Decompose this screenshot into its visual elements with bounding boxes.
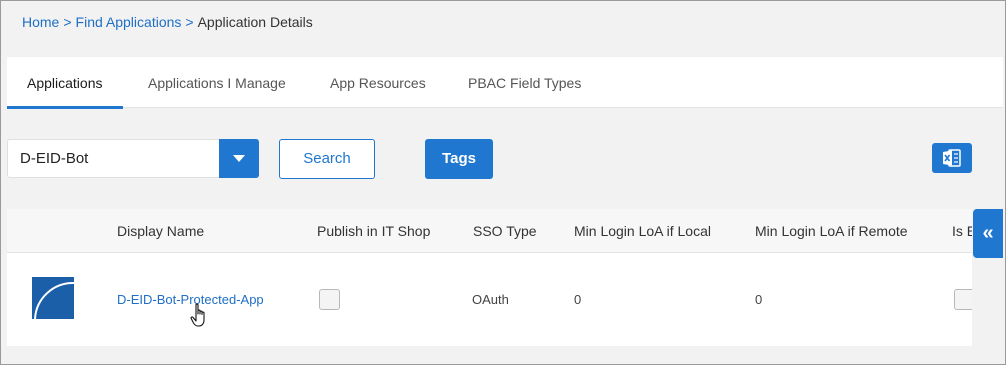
column-header-is-e[interactable]: Is E <box>952 209 972 253</box>
tab-app-resources[interactable]: App Resources <box>310 57 446 108</box>
sso-type-cell: OAuth <box>472 292 509 307</box>
column-header-publish-in-it-shop[interactable]: Publish in IT Shop <box>317 209 430 253</box>
table-row[interactable]: D-EID-Bot-Protected-App OAuth 0 0 <box>7 253 972 346</box>
application-select[interactable]: D-EID-Bot <box>7 138 259 178</box>
tab-applications[interactable]: Applications <box>7 57 123 109</box>
column-header-sso-type[interactable]: SSO Type <box>473 209 537 253</box>
chevron-down-icon <box>233 154 245 162</box>
breadcrumb-find-applications[interactable]: Find Applications <box>76 14 182 30</box>
tags-button[interactable]: Tags <box>425 139 493 179</box>
min-login-loa-local-cell: 0 <box>574 292 582 307</box>
column-header-display-name[interactable]: Display Name <box>117 209 204 253</box>
tab-pbac-field-types[interactable]: PBAC Field Types <box>448 57 601 108</box>
is-e-checkbox[interactable] <box>954 289 972 310</box>
min-login-loa-remote-cell: 0 <box>755 292 763 307</box>
tab-bar: Applications Applications I Manage App R… <box>7 57 1003 109</box>
application-select-value: D-EID-Bot <box>20 150 89 167</box>
breadcrumb: Home > Find Applications > Application D… <box>22 14 313 30</box>
hand-pointer-icon <box>190 303 205 327</box>
table-header: Display Name Publish in IT Shop SSO Type… <box>7 209 972 253</box>
column-header-min-login-loa-local[interactable]: Min Login LoA if Local <box>574 209 711 253</box>
excel-icon <box>943 149 961 167</box>
breadcrumb-separator: > <box>185 14 194 30</box>
breadcrumb-current: Application Details <box>197 14 313 30</box>
breadcrumb-separator: > <box>63 14 72 30</box>
double-chevron-left-icon: « <box>982 222 994 244</box>
column-header-min-login-loa-remote[interactable]: Min Login LoA if Remote <box>755 209 908 253</box>
app-logo-icon <box>32 277 74 319</box>
breadcrumb-home[interactable]: Home <box>22 14 59 30</box>
publish-in-it-shop-checkbox[interactable] <box>319 289 340 310</box>
tab-applications-i-manage[interactable]: Applications I Manage <box>128 57 306 108</box>
collapse-panel-button[interactable]: « <box>973 209 1003 258</box>
export-excel-button[interactable] <box>932 143 972 173</box>
applications-table: Display Name Publish in IT Shop SSO Type… <box>7 209 972 346</box>
search-button[interactable]: Search <box>279 139 375 179</box>
dropdown-toggle-button[interactable] <box>219 138 259 178</box>
